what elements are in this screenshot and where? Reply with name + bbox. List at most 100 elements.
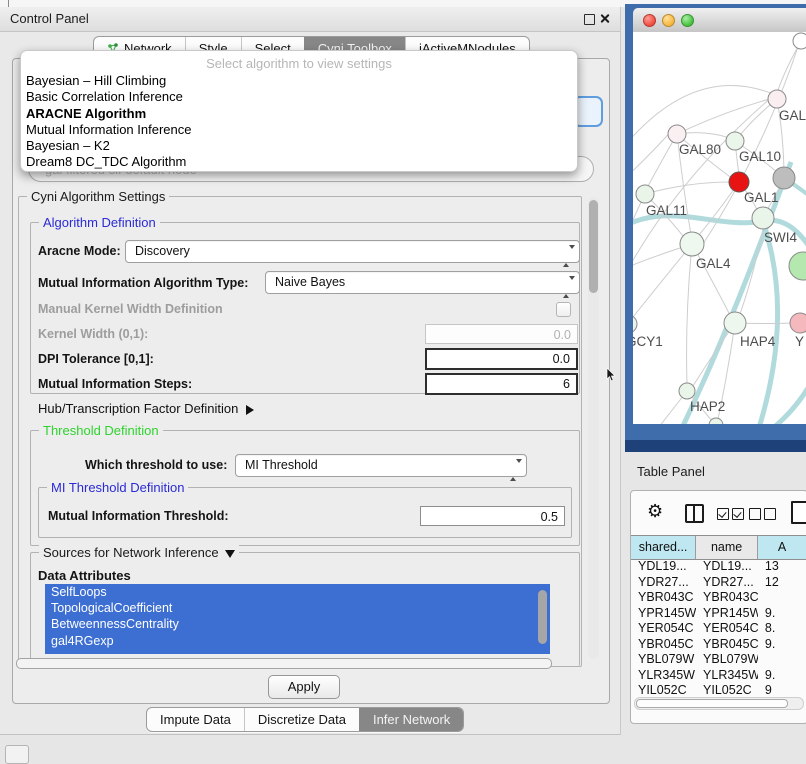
network-view-window: GALGAL80GAL10GAL1GAL11SWI4GAL4GCY1HAP4YH… (625, 4, 806, 452)
threshold-definition-title: Threshold Definition (39, 423, 163, 438)
network-node-gal80[interactable] (668, 125, 686, 143)
attribute-list-item[interactable]: TopologicalCoefficient (45, 600, 550, 616)
attribute-list-item[interactable]: SelfLoops (45, 584, 550, 600)
network-node-gal11[interactable] (636, 185, 654, 203)
close-icon[interactable] (599, 13, 610, 24)
table-row[interactable]: YBR043CYBR043C (631, 590, 806, 606)
gear-icon[interactable]: ⚙ (647, 500, 663, 524)
network-node-swi4[interactable] (752, 207, 774, 229)
column-header-shared-name[interactable]: shared... (631, 536, 696, 559)
table-cell (758, 590, 806, 606)
settings-horizontal-scrollbar[interactable] (16, 658, 552, 669)
algorithm-option[interactable]: ARACNE Algorithm (21, 106, 577, 122)
columns-icon[interactable] (685, 504, 704, 523)
deselect-all-checkbox-icon[interactable] (764, 508, 776, 520)
hub-definition-label: Hub/Transcription Factor Definition (38, 401, 238, 416)
chevron-updown-icon (510, 460, 518, 481)
mi-algorithm-type-select[interactable]: Naive Bayes (265, 271, 580, 294)
select-all-checkbox-icon[interactable] (717, 508, 729, 520)
table-row[interactable]: YPR145WYPR145W9. (631, 606, 806, 622)
table-cell: YIL052C (696, 683, 758, 697)
node-label: SWI4 (764, 230, 797, 245)
network-node-gal[interactable] (768, 90, 786, 108)
network-node[interactable] (773, 167, 795, 189)
algorithm-dropdown-popup: Select algorithm to view settings Bayesi… (20, 50, 578, 172)
tab-infer-network[interactable]: Infer Network (359, 708, 463, 731)
attribute-list-item[interactable]: gal4RGexp (45, 633, 550, 649)
hub-definition-expander[interactable]: Hub/Transcription Factor Definition (38, 401, 254, 416)
algorithm-definition-title: Algorithm Definition (39, 215, 160, 230)
which-threshold-select[interactable]: MI Threshold (235, 454, 527, 477)
network-node[interactable] (709, 418, 723, 424)
kernel-width-input[interactable]: 0.0 (425, 324, 578, 344)
network-node[interactable] (789, 252, 806, 280)
table-row[interactable]: YDR27...YDR27...12 (631, 575, 806, 591)
data-attributes-list[interactable]: SelfLoopsTopologicalCoefficientBetweenne… (45, 584, 550, 654)
algorithm-option[interactable]: Bayesian – Hill Climbing (21, 73, 577, 89)
column-header-name[interactable]: name (696, 536, 758, 559)
table-row[interactable]: YLR345WYLR345W9. (631, 668, 806, 684)
close-traffic-light-icon[interactable] (643, 14, 656, 27)
deselect-all-checkbox-icon[interactable] (749, 508, 761, 520)
minimize-traffic-light-icon[interactable] (662, 14, 675, 27)
network-node-hap2[interactable] (679, 383, 695, 399)
aracne-mode-select[interactable]: Discovery (125, 240, 580, 263)
algorithm-placeholder: Select algorithm to view settings (21, 55, 577, 73)
table-body: YDL19...YDL19...13YDR27...YDR27...12YBR0… (631, 559, 806, 697)
attribute-list-item[interactable]: BetweennessCentrality (45, 616, 550, 632)
table-cell: 9. (758, 668, 806, 684)
algorithm-option-list: Bayesian – Hill ClimbingBasic Correlatio… (21, 73, 577, 171)
zoom-traffic-light-icon[interactable] (681, 14, 694, 27)
table-row[interactable]: YBR045CYBR045C9. (631, 637, 806, 653)
table-cell: 9 (758, 683, 806, 697)
select-all-checkbox-icon[interactable] (732, 508, 744, 520)
network-node-y[interactable] (790, 313, 806, 333)
table-horizontal-scrollbar[interactable] (634, 697, 804, 710)
network-canvas[interactable]: GALGAL80GAL10GAL1GAL11SWI4GAL4GCY1HAP4YH… (633, 32, 806, 424)
network-node-gal4[interactable] (680, 232, 704, 256)
attributes-scrollbar[interactable] (538, 590, 547, 644)
table-cell: 9. (758, 606, 806, 622)
float-window-icon[interactable] (584, 14, 595, 25)
apply-button[interactable]: Apply (268, 675, 340, 699)
algorithm-option[interactable]: Mutual Information Inference (21, 122, 577, 138)
manual-kernel-width-checkbox[interactable] (556, 302, 571, 317)
network-node-gal1[interactable] (729, 172, 749, 192)
column-header-a[interactable]: A (758, 536, 806, 559)
table-row[interactable]: YER054CYER054C8. (631, 621, 806, 637)
network-node-gcy1[interactable] (633, 315, 637, 333)
table-header-row: shared... name A (631, 535, 806, 560)
dpi-tolerance-input[interactable]: 0.0 (425, 348, 578, 370)
tab-discretize-data[interactable]: Discretize Data (244, 708, 359, 731)
collapsed-panel-button[interactable] (5, 745, 29, 764)
manual-kernel-width-label: Manual Kernel Width Definition (38, 298, 223, 320)
control-panel-window: Control Panel Network Style Select Cyni … (0, 7, 621, 735)
chevron-updown-icon (563, 277, 571, 298)
table-cell: 9. (758, 637, 806, 653)
table-cell: YDR27... (696, 575, 758, 591)
algorithm-option[interactable]: Basic Correlation Inference (21, 89, 577, 105)
table-cell: YLR345W (696, 668, 758, 684)
table-row[interactable]: YDL19...YDL19...13 (631, 559, 806, 575)
document-icon[interactable] (791, 501, 806, 524)
network-node-hap4[interactable] (724, 312, 746, 334)
network-node[interactable] (793, 33, 806, 49)
table-cell: YLR345W (631, 668, 696, 684)
network-window-titlebar[interactable] (633, 8, 806, 33)
settings-vertical-scrollbar-thumb[interactable] (589, 200, 598, 293)
mi-threshold-input[interactable]: 0.5 (420, 506, 565, 526)
table-cell: YBL079W (631, 652, 696, 668)
algorithm-option[interactable]: Dream8 DC_TDC Algorithm (21, 154, 577, 170)
algorithm-option[interactable]: Bayesian – K2 (21, 138, 577, 154)
network-node-gal10[interactable] (726, 132, 744, 150)
control-panel-title: Control Panel (10, 7, 89, 31)
tab-impute-data[interactable]: Impute Data (147, 708, 244, 731)
table-row[interactable]: YIL052CYIL052C9 (631, 683, 806, 697)
node-label: GAL10 (739, 149, 781, 164)
mi-steps-input[interactable]: 6 (425, 373, 578, 395)
table-row[interactable]: YBL079WYBL079W (631, 652, 806, 668)
mouse-cursor (606, 368, 616, 382)
aracne-mode-label: Aracne Mode: (38, 240, 121, 262)
sources-group-title[interactable]: Sources for Network Inference (39, 545, 239, 560)
network-window-bottom-edge (625, 440, 806, 452)
